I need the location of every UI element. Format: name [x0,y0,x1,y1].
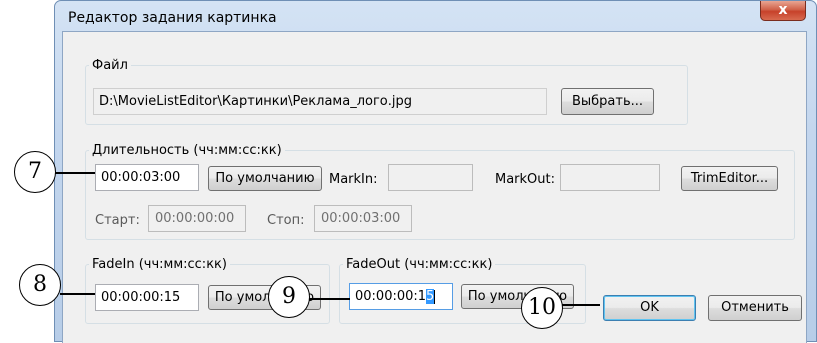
duration-group-label: Длительность (чч:мм:сс:кк) [89,143,285,158]
callout-7: 7 [14,151,56,193]
title-bar[interactable]: Редактор задания картинка x [55,1,816,31]
callout-10-leader [560,304,600,306]
markout-field [560,164,660,191]
markin-label: MarkIn: [329,172,378,187]
callout-9-leader [305,298,350,300]
dialog-client-area: Файл D:\MovieListEditor\Картинки\Реклама… [62,31,807,343]
callout-9: 9 [268,276,310,318]
start-field: 00:00:00:00 [148,205,246,232]
browse-button[interactable]: Выбрать... [561,88,654,115]
trim-editor-button[interactable]: TrimEditor... [681,166,778,191]
close-button[interactable]: x [760,1,806,21]
dialog-window: Редактор задания картинка x Файл D:\Movi… [54,0,817,343]
callout-8-leader [60,293,95,295]
fadeout-value-text: 00:00:00:1 [355,289,427,304]
fadeout-input[interactable]: 00:00:00:15 [349,283,453,310]
fadeout-group-label: FadeOut (чч:мм:сс:кк) [343,257,496,272]
duration-input[interactable]: 00:00:03:00 [95,164,199,191]
fadeout-value-selection: 5 [426,289,435,304]
markout-label: MarkOut: [495,172,556,187]
start-label: Старт: [95,213,140,228]
callout-10: 10 [521,287,563,329]
callout-7-leader [55,172,95,174]
stop-field: 00:00:03:00 [314,205,412,232]
duration-default-button[interactable]: По умолчанию [208,166,322,191]
window-title: Редактор задания картинка [68,10,277,26]
file-group-label: Файл [89,58,131,73]
callout-8: 8 [19,264,61,306]
fadein-input[interactable]: 00:00:00:15 [95,284,199,311]
file-path-field[interactable]: D:\MovieListEditor\Картинки\Реклама_лого… [93,88,547,115]
fadein-group-label: FadeIn (чч:мм:сс:кк) [89,257,230,272]
markin-field [388,164,473,191]
stop-label: Стоп: [267,213,305,228]
cancel-button[interactable]: Отменить [708,295,802,321]
text-caret [434,289,436,304]
ok-button[interactable]: OK [603,295,696,321]
